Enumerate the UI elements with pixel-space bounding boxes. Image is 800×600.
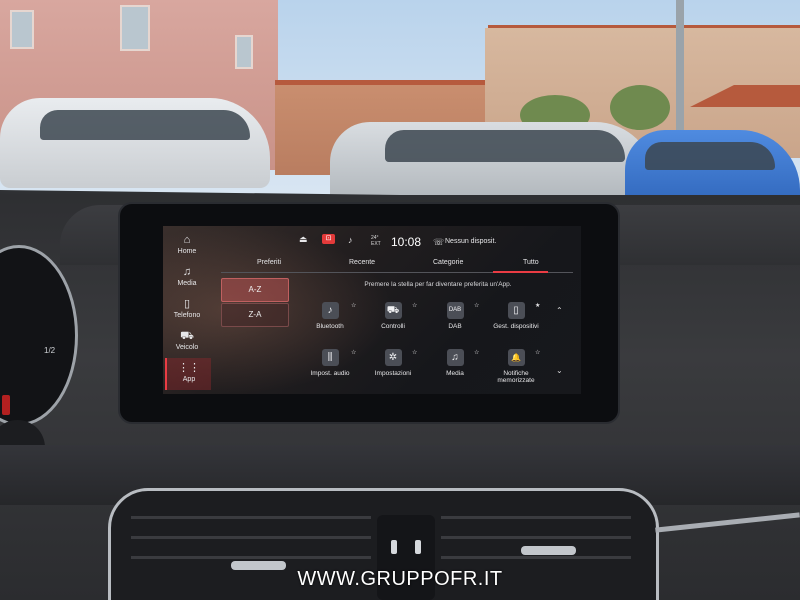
tab-preferiti[interactable]: Preferiti <box>257 259 281 266</box>
app-label: Controlli <box>381 323 405 330</box>
favorite-star-icon[interactable]: ☆ <box>474 302 479 309</box>
favorite-star-icon[interactable]: ★ <box>535 302 540 309</box>
music-icon: ♫ <box>182 266 192 278</box>
active-tab-indicator <box>493 271 548 273</box>
sidebar-item-app[interactable]: ⋮⋮ App <box>165 358 211 390</box>
sidebar-item-label: App <box>182 376 196 383</box>
parked-white-car <box>0 98 270 188</box>
equalizer-icon: ⫼ <box>321 349 339 366</box>
favorite-star-icon[interactable]: ☆ <box>474 349 479 356</box>
scroll-down-icon[interactable]: ⌄ <box>556 366 563 375</box>
record-badge-icon[interactable]: ⊡ <box>322 234 335 244</box>
sidebar-item-telefono[interactable]: ▯ Telefono <box>165 294 209 326</box>
temp-label: EXT <box>371 241 381 247</box>
car-icon: ⛟ <box>180 330 194 342</box>
cluster-warning-light <box>2 395 10 415</box>
app-label: Impost. audio <box>310 370 350 377</box>
home-icon: ⌂ <box>183 234 191 246</box>
sidebar-item-label: Veicolo <box>175 344 199 351</box>
app-label: Notifiche memorizzate <box>497 370 535 384</box>
cluster-gauge-reading: 1/2 <box>44 346 56 355</box>
app-label: Impostazioni <box>374 370 412 377</box>
phone-icon: ▯ <box>183 298 191 310</box>
bell-icon: 🔔 <box>507 349 525 366</box>
bell-icon[interactable]: ♪ <box>348 235 353 245</box>
sort-az-button[interactable]: A-Z <box>221 278 289 302</box>
app-label: DAB <box>448 323 462 330</box>
app-label: Media <box>446 370 464 377</box>
tab-categorie[interactable]: Categorie <box>433 259 463 266</box>
tab-recente[interactable]: Recente <box>349 259 375 266</box>
favorites-hint: Premere la stella per far diventare pref… <box>364 281 512 288</box>
tab-tutto[interactable]: Tutto <box>523 259 539 266</box>
clock: 10:08 <box>391 235 422 249</box>
apps-grid-icon: ⋮⋮ <box>178 362 200 374</box>
favorite-star-icon[interactable]: ☆ <box>351 349 356 356</box>
app-impost-audio[interactable]: ⫼ Impost. audio <box>302 349 358 377</box>
home-shortcut-icon[interactable]: ⏏ <box>299 234 308 244</box>
dab-radio-icon: DAB <box>446 302 464 319</box>
status-bar: ⏏ ⊡ ♪ 24° EXT 10:08 ☏ Nessun disposit. <box>163 226 581 256</box>
sidebar: ⌂ Home ♫ Media ▯ Telefono ⛟ Veicolo ⋮⋮ A… <box>163 226 211 394</box>
bluetooth-phone-icon[interactable]: ☏ <box>433 237 444 247</box>
favorite-star-icon[interactable]: ☆ <box>412 302 417 309</box>
sidebar-item-label: Home <box>177 248 197 255</box>
bluetooth-status[interactable]: Nessun disposit. <box>445 238 496 245</box>
device-manager-icon: ▯ <box>507 302 525 319</box>
bluetooth-music-icon: ♪ <box>321 302 339 319</box>
watermark: WWW.GRUPPOFR.IT <box>297 568 503 590</box>
music-note-icon: ♫ <box>446 349 464 366</box>
favorite-star-icon[interactable]: ☆ <box>351 302 356 309</box>
sidebar-item-home[interactable]: ⌂ Home <box>165 230 209 262</box>
outside-temperature: 24° EXT <box>371 235 381 247</box>
light-pole <box>676 0 684 135</box>
sidebar-item-media[interactable]: ♫ Media <box>165 262 209 294</box>
sort-za-button[interactable]: Z-A <box>221 303 289 327</box>
sidebar-item-label: Telefono <box>173 312 201 319</box>
sidebar-item-veicolo[interactable]: ⛟ Veicolo <box>165 326 209 358</box>
sidebar-item-label: Media <box>177 280 197 287</box>
favorite-star-icon[interactable]: ☆ <box>412 349 417 356</box>
app-label: Bluetooth <box>316 323 344 330</box>
infotainment-screen: ⏏ ⊡ ♪ 24° EXT 10:08 ☏ Nessun disposit. ⌂… <box>163 226 581 394</box>
scroll-up-icon[interactable]: ⌃ <box>556 306 563 315</box>
gear-icon: ✲ <box>384 349 402 366</box>
tree <box>610 85 670 130</box>
favorite-star-icon[interactable]: ☆ <box>535 349 540 356</box>
car-controls-icon: ⛟ <box>384 302 402 319</box>
app-label: Gest. dispositivi <box>493 323 539 330</box>
app-bluetooth[interactable]: ♪ Bluetooth <box>302 302 358 330</box>
